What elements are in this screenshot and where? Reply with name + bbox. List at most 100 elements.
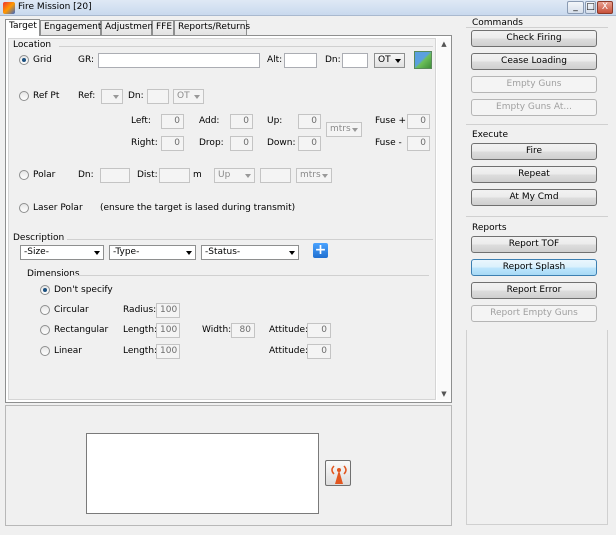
description-heading: Description [13, 233, 65, 243]
reports-heading: Reports [472, 223, 507, 233]
ref-select[interactable] [101, 89, 123, 104]
report-splash-button[interactable]: Report Splash [471, 259, 597, 276]
dont-specify-radio[interactable] [40, 285, 50, 295]
lin-length-input[interactable]: 100 [156, 344, 180, 359]
minimize-button[interactable]: _ [567, 1, 584, 14]
empty-guns-at-button[interactable]: Empty Guns At... [471, 99, 597, 116]
at-my-cmd-button[interactable]: At My Cmd [471, 189, 597, 206]
alt-input[interactable] [284, 53, 317, 68]
check-firing-button[interactable]: Check Firing [471, 30, 597, 47]
rectangular-radio[interactable] [40, 325, 50, 335]
grid-label: Grid [33, 55, 52, 65]
dist-label: Dist: [137, 170, 158, 180]
lin-attitude-input[interactable]: 0 [307, 344, 331, 359]
rect-attitude-input[interactable]: 0 [307, 323, 331, 338]
left-input[interactable]: 0 [161, 114, 184, 129]
radius-input[interactable]: 100 [156, 303, 180, 318]
linear-radio[interactable] [40, 346, 50, 356]
ref-dn-input[interactable] [147, 89, 169, 104]
grid-dn-label: Dn: [325, 55, 341, 65]
rect-length-input[interactable]: 100 [156, 323, 180, 338]
location-divider [59, 46, 433, 47]
grid-mode-select[interactable]: OT [374, 53, 405, 68]
fire-mission-window: Fire Mission [20] _ □ X Target Engagemen… [0, 0, 616, 535]
repeat-button[interactable]: Repeat [471, 166, 597, 183]
tab-adjustment[interactable]: Adjustment [101, 20, 157, 35]
tab-engagement[interactable]: Engagement [40, 20, 101, 35]
drop-input[interactable]: 0 [230, 136, 253, 151]
maximize-button[interactable]: □ [585, 1, 596, 14]
add-input[interactable]: 0 [230, 114, 253, 129]
width-input[interactable]: 80 [231, 323, 255, 338]
rect-attitude-label: Attitude: [269, 325, 309, 335]
type-value: -Type- [113, 247, 140, 257]
alt-label: Alt: [267, 55, 283, 65]
chevron-down-icon [186, 251, 192, 255]
polar-dir-input[interactable] [260, 168, 291, 183]
polar-dn-label: Dn: [78, 170, 94, 180]
down-label: Down: [267, 138, 296, 148]
fire-button[interactable]: Fire [471, 143, 597, 160]
fuse-minus-input[interactable]: 0 [407, 136, 430, 151]
drop-label: Drop: [199, 138, 224, 148]
polar-dir-select[interactable]: Up [214, 168, 255, 183]
report-tof-button[interactable]: Report TOF [471, 236, 597, 253]
ref-units-value: mtrs [330, 124, 351, 134]
tab-ffe[interactable]: FFE [152, 20, 174, 35]
add-description-icon[interactable]: + [313, 243, 328, 258]
report-empty-guns-button[interactable]: Report Empty Guns [471, 305, 597, 322]
up-label: Up: [267, 116, 283, 126]
chevron-down-icon [94, 251, 100, 255]
form-scrollbar[interactable]: ▲ ▼ [437, 38, 451, 400]
tab-target[interactable]: Target [5, 19, 40, 36]
rect-length-label: Length: [123, 325, 158, 335]
status-select[interactable]: -Status- [201, 245, 299, 260]
ref-mode-select[interactable]: OT [173, 89, 204, 104]
polar-units-select[interactable]: mtrs [296, 168, 332, 183]
circular-label: Circular [54, 305, 89, 315]
cease-loading-button[interactable]: Cease Loading [471, 53, 597, 70]
dist-unit: m [193, 170, 202, 180]
polar-label: Polar [33, 170, 56, 180]
circular-radio[interactable] [40, 305, 50, 315]
gr-input[interactable] [98, 53, 260, 68]
type-select[interactable]: -Type- [109, 245, 196, 260]
target-tab-panel: Location Grid GR: Alt: Dn: OT Ref Pt Ref… [5, 35, 452, 403]
linear-label: Linear [54, 346, 82, 356]
right-input[interactable]: 0 [161, 136, 184, 151]
size-select[interactable]: -Size- [20, 245, 104, 260]
scroll-up-icon[interactable]: ▲ [437, 38, 451, 50]
ref-pt-radio[interactable] [19, 91, 29, 101]
empty-guns-button[interactable]: Empty Guns [471, 76, 597, 93]
tab-reports-returns[interactable]: Reports/Returns [174, 20, 250, 35]
fuse-plus-input[interactable]: 0 [407, 114, 430, 129]
laser-polar-radio[interactable] [19, 203, 29, 213]
chevron-down-icon [352, 128, 358, 132]
grid-radio[interactable] [19, 55, 29, 65]
right-label: Right: [131, 138, 158, 148]
polar-dir-value: Up [218, 170, 231, 180]
size-value: -Size- [24, 247, 49, 257]
chevron-down-icon [322, 174, 328, 178]
transmit-button[interactable] [325, 460, 351, 486]
scroll-down-icon[interactable]: ▼ [437, 388, 451, 400]
up-input[interactable]: 0 [298, 114, 321, 129]
execute-heading: Execute [472, 130, 508, 140]
grid-mode-value: OT [378, 55, 391, 65]
map-picker-icon[interactable] [414, 51, 432, 69]
message-area[interactable] [86, 433, 319, 514]
ref-units-select[interactable]: mtrs [326, 122, 362, 137]
ref-pt-label: Ref Pt [33, 91, 60, 101]
add-label: Add: [199, 116, 220, 126]
polar-dn-input[interactable] [100, 168, 130, 183]
rectangular-label: Rectangular [54, 325, 109, 335]
polar-radio[interactable] [19, 170, 29, 180]
polar-units-value: mtrs [300, 170, 321, 180]
fuse-plus-label: Fuse + [375, 116, 407, 126]
close-button[interactable]: X [597, 1, 613, 14]
grid-dn-input[interactable] [342, 53, 368, 68]
report-error-button[interactable]: Report Error [471, 282, 597, 299]
dist-input[interactable] [159, 168, 190, 183]
down-input[interactable]: 0 [298, 136, 321, 151]
chevron-down-icon [289, 251, 295, 255]
